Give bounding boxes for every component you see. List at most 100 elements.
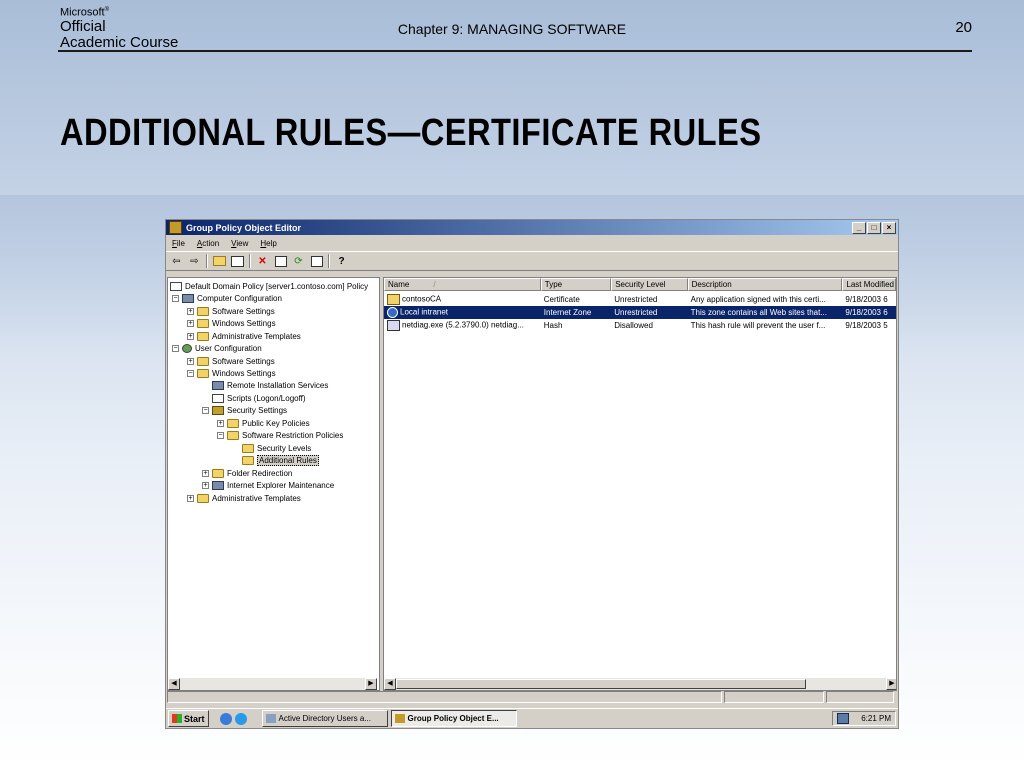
window-title: Group Policy Object Editor: [186, 222, 302, 233]
globe-icon: [387, 307, 398, 318]
list-row-local-intranet[interactable]: Local intranet Internet Zone Unrestricte…: [384, 306, 896, 319]
taskbar-button-active-directory[interactable]: Active Directory Users a...: [261, 710, 388, 727]
expand-icon[interactable]: +: [187, 357, 194, 365]
console-tree[interactable]: Default Domain Policy [server1.contoso.c…: [167, 277, 380, 691]
up-folder-icon[interactable]: [213, 255, 226, 267]
sort-arrow-icon: /: [433, 280, 436, 289]
export-list-icon[interactable]: [310, 255, 323, 267]
window-titlebar[interactable]: Group Policy Object Editor _ □ ×: [166, 220, 898, 235]
certificate-icon: [387, 294, 400, 305]
folder-icon: [197, 356, 209, 366]
tree-item-label: Windows Settings: [212, 368, 276, 378]
minimize-button[interactable]: _: [852, 222, 866, 234]
expand-icon[interactable]: +: [187, 494, 194, 502]
tree-item-label: Administrative Templates: [212, 331, 301, 341]
group-policy-editor-window: Group Policy Object Editor _ □ × File Ac…: [165, 219, 899, 729]
folder-icon: [197, 493, 209, 503]
tree-item-software-settings[interactable]: + Software Settings: [187, 355, 275, 367]
show-hide-tree-icon[interactable]: [231, 255, 244, 267]
tree-item-user-configuration[interactable]: − User Configuration: [172, 342, 262, 354]
menu-bar: File Action View Help: [166, 235, 898, 251]
column-header-description[interactable]: Description: [687, 278, 843, 291]
tree-item-scripts[interactable]: Scripts (Logon/Logoff): [212, 392, 306, 404]
menu-view[interactable]: View: [231, 239, 248, 248]
menu-file[interactable]: File: [172, 239, 185, 248]
expand-icon[interactable]: +: [187, 332, 194, 340]
help-icon[interactable]: ?: [335, 255, 348, 267]
tree-item-software-restriction-policies[interactable]: − Software Restriction Policies: [217, 429, 343, 441]
tree-item-windows-settings[interactable]: − Windows Settings: [187, 367, 276, 379]
expand-icon[interactable]: +: [217, 419, 224, 427]
tree-item-security-settings[interactable]: − Security Settings: [202, 404, 287, 416]
collapse-icon[interactable]: −: [202, 406, 209, 414]
list-header: Name / Type Security Level Description La…: [384, 278, 896, 291]
network-tray-icon[interactable]: [837, 713, 849, 724]
tree-item-public-key-policies[interactable]: + Public Key Policies: [217, 417, 310, 429]
tree-item-label: Additional Rules: [257, 454, 319, 466]
tree-item-computer-configuration[interactable]: − Computer Configuration: [172, 292, 282, 304]
tree-item-default-domain-policy[interactable]: Default Domain Policy [server1.contoso.c…: [170, 280, 368, 292]
close-button[interactable]: ×: [882, 222, 896, 234]
collapse-icon[interactable]: −: [217, 431, 224, 439]
tree-item-label: Security Settings: [227, 405, 288, 415]
collapse-icon[interactable]: −: [187, 369, 194, 377]
folder-open-icon: [242, 455, 254, 465]
column-header-name[interactable]: Name /: [384, 278, 541, 291]
tree-item-remote-installation-services[interactable]: Remote Installation Services: [212, 379, 328, 391]
tree-item-software-settings[interactable]: + Software Settings: [187, 305, 275, 317]
taskbar-button-group-policy[interactable]: Group Policy Object E...: [390, 710, 517, 727]
expand-icon[interactable]: +: [202, 481, 209, 489]
folder-icon: [227, 418, 239, 428]
menu-help[interactable]: Help: [260, 239, 276, 248]
expand-icon[interactable]: +: [187, 319, 194, 327]
ie-maintenance-icon: [212, 480, 224, 490]
rules-list-view[interactable]: Name / Type Security Level Description La…: [383, 277, 897, 691]
column-header-type[interactable]: Type: [540, 278, 612, 291]
start-button[interactable]: Start: [168, 710, 209, 727]
tree-item-label: Administrative Templates: [212, 493, 301, 503]
back-icon[interactable]: ⇦: [170, 255, 183, 267]
shield-icon: [212, 405, 224, 415]
list-row-netdiag[interactable]: netdiag.exe (5.2.3790.0) netdiag... Hash…: [384, 319, 896, 332]
tree-item-additional-rules[interactable]: Additional Rules: [242, 454, 319, 466]
tree-item-security-levels[interactable]: Security Levels: [242, 442, 311, 454]
expand-icon[interactable]: +: [202, 469, 209, 477]
tree-item-label: Software Settings: [212, 356, 275, 366]
status-panel-3: [826, 691, 894, 703]
computer-icon: [212, 380, 224, 390]
status-panel-2: [724, 691, 824, 703]
tree-item-label: Software Settings: [212, 306, 275, 316]
tree-item-folder-redirection[interactable]: + Folder Redirection: [202, 467, 292, 479]
collapse-icon[interactable]: −: [172, 344, 179, 352]
status-bar: [167, 689, 897, 707]
refresh-icon[interactable]: ⟳: [292, 255, 305, 267]
column-header-security-level[interactable]: Security Level: [611, 278, 688, 291]
tree-item-administrative-templates[interactable]: + Administrative Templates: [187, 492, 301, 504]
main-panes: Default Domain Policy [server1.contoso.c…: [167, 277, 897, 691]
status-panel-main: [167, 691, 722, 703]
folder-icon: [197, 306, 209, 316]
logo-line-academic-course: Academic Course: [60, 33, 179, 51]
logo-line-microsoft: Microsoft: [60, 6, 105, 19]
tree-item-label: Security Levels: [257, 443, 312, 453]
forward-icon[interactable]: ⇨: [188, 255, 201, 267]
header-divider: [58, 50, 972, 52]
tree-item-windows-settings[interactable]: + Windows Settings: [187, 317, 276, 329]
delete-icon[interactable]: ✕: [256, 255, 269, 267]
tree-item-internet-explorer-maintenance[interactable]: + Internet Explorer Maintenance: [202, 479, 334, 491]
tree-item-label: Remote Installation Services: [227, 380, 329, 390]
column-header-last-modified[interactable]: Last Modified: [842, 278, 896, 291]
quick-launch-ie-icon[interactable]: [234, 712, 247, 725]
hash-rule-icon: [387, 320, 400, 331]
properties-icon[interactable]: [274, 255, 287, 267]
clock[interactable]: 6:21 PM: [861, 714, 891, 723]
list-row-contosoca[interactable]: contosoCA Certificate Unrestricted Any a…: [384, 293, 896, 306]
expand-icon[interactable]: +: [187, 307, 194, 315]
tree-item-label: Windows Settings: [212, 318, 276, 328]
collapse-icon[interactable]: −: [172, 294, 179, 302]
quick-launch-desktop-icon[interactable]: [219, 712, 232, 725]
scroll-thumb[interactable]: [396, 679, 806, 689]
menu-action[interactable]: Action: [197, 239, 219, 248]
restore-button[interactable]: □: [867, 222, 881, 234]
tree-item-administrative-templates[interactable]: + Administrative Templates: [187, 330, 301, 342]
